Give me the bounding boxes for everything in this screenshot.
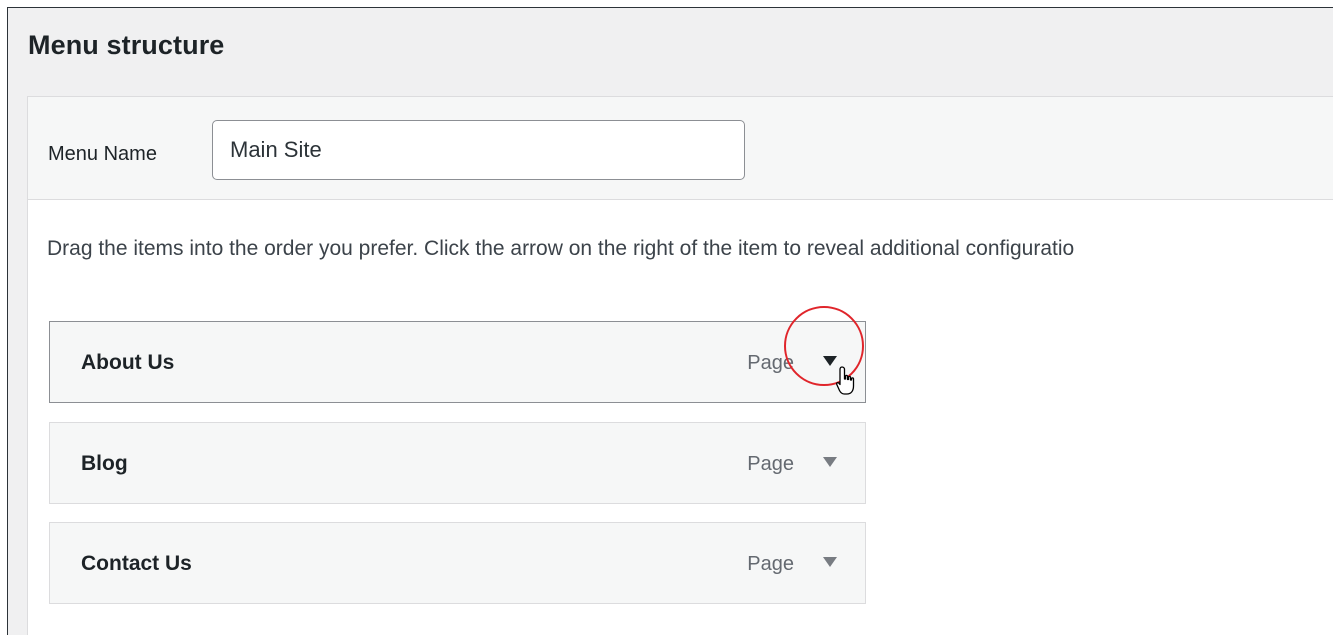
item-settings-toggle-button[interactable] xyxy=(810,342,850,382)
menu-item-title: Blog xyxy=(81,452,128,475)
menu-name-label: Menu Name xyxy=(48,143,157,165)
menu-panel-header: Menu Name xyxy=(28,97,1333,200)
menu-item-title: Contact Us xyxy=(81,552,192,575)
menu-name-input[interactable] xyxy=(212,120,745,180)
triangle-down-icon xyxy=(823,356,837,366)
menu-item-type: Page xyxy=(747,352,794,374)
page-title: Menu structure xyxy=(28,30,225,60)
item-settings-toggle-button[interactable] xyxy=(810,543,850,583)
menu-item-about-us[interactable]: About Us Page xyxy=(49,321,866,403)
menu-panel: Menu Name Drag the items into the order … xyxy=(27,96,1333,635)
triangle-down-icon xyxy=(823,457,837,467)
menu-item-title: About Us xyxy=(81,351,175,374)
menu-item-type: Page xyxy=(747,553,794,575)
menu-editor-frame: Menu structure Menu Name Drag the items … xyxy=(7,7,1333,635)
menu-item-blog[interactable]: Blog Page xyxy=(49,422,866,504)
menu-item-contact-us[interactable]: Contact Us Page xyxy=(49,522,866,604)
menu-item-type: Page xyxy=(747,453,794,475)
item-settings-toggle-button[interactable] xyxy=(810,443,850,483)
triangle-down-icon xyxy=(823,557,837,567)
drag-instructions: Drag the items into the order you prefer… xyxy=(47,237,1075,260)
